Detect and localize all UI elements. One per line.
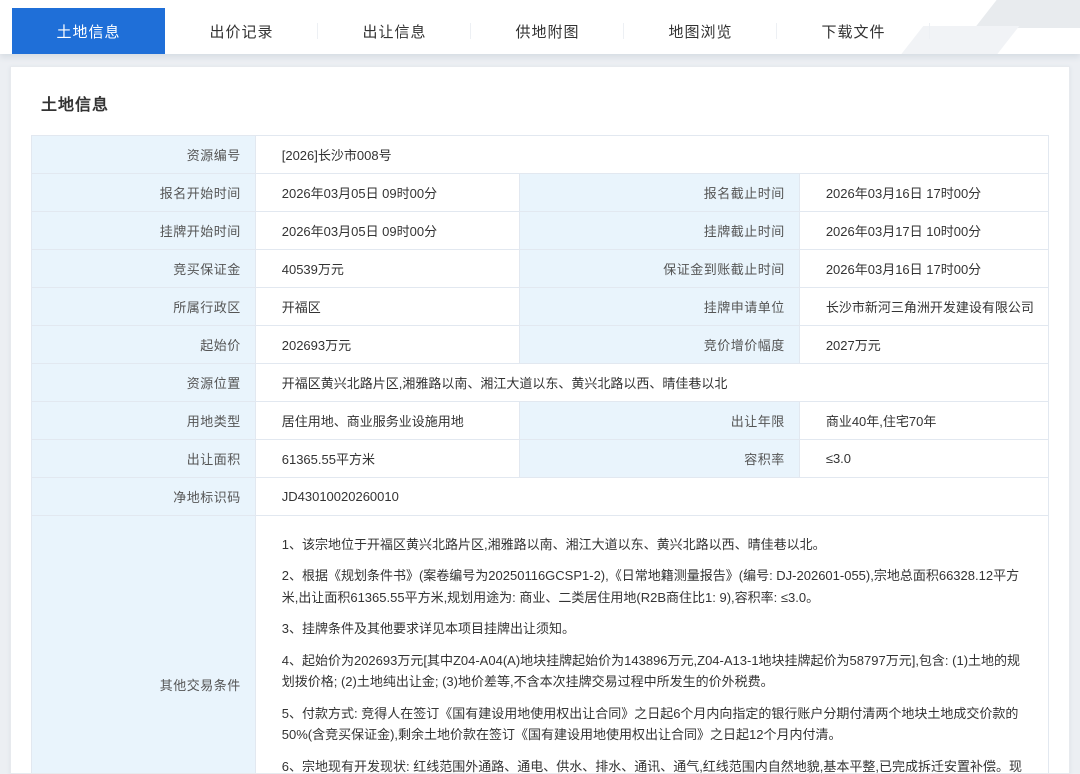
condition-paragraph: 2、根据《规划条件书》(案卷编号为20250116GCSP1-2),《日常地籍测… xyxy=(281,568,1020,605)
field-label: 净地标识码 xyxy=(31,477,256,516)
field-label: 起始价 xyxy=(31,325,256,364)
field-label: 所属行政区 xyxy=(31,287,256,326)
table-row: 用地类型 居住用地、商业服务业设施用地 出让年限 商业40年,住宅70年 xyxy=(31,401,1050,440)
table-row: 资源位置 开福区黄兴北路片区,湘雅路以南、湘江大道以东、黄兴北路以西、晴佳巷以北 xyxy=(31,363,1050,402)
field-value: JD43010020260010 xyxy=(254,477,1050,516)
field-label: 挂牌开始时间 xyxy=(31,211,256,250)
condition-paragraph: 4、起始价为202693万元[其中Z04-A04(A)地块挂牌起始价为14389… xyxy=(281,652,1021,690)
field-label: 容积率 xyxy=(519,439,800,478)
land-info-panel: 土地信息 资源编号 [2026]长沙市008号 报名开始时间 2026年03月0… xyxy=(10,66,1070,774)
field-label: 保证金到账截止时间 xyxy=(519,249,800,288)
decorative-chevron-1 xyxy=(974,0,1080,28)
field-label: 挂牌申请单位 xyxy=(519,287,800,326)
field-label: 挂牌截止时间 xyxy=(519,211,800,250)
tab-bid-records[interactable]: 出价记录 xyxy=(165,8,318,54)
field-label: 用地类型 xyxy=(31,401,256,440)
field-label: 出让面积 xyxy=(31,439,256,478)
tab-map-browse[interactable]: 地图浏览 xyxy=(624,8,777,54)
table-row: 其他交易条件 1、该宗地位于开福区黄兴北路片区,湘雅路以南、湘江大道以东、黄兴北… xyxy=(31,515,1050,774)
field-label: 出让年限 xyxy=(519,401,800,440)
field-label: 报名开始时间 xyxy=(31,173,256,212)
field-label: 报名截止时间 xyxy=(519,173,800,212)
field-value: 居住用地、商业服务业设施用地 xyxy=(254,401,521,440)
field-value: 2026年03月05日 09时00分 xyxy=(254,211,521,250)
field-value: 2026年03月17日 10时00分 xyxy=(798,211,1050,250)
page-title: 土地信息 xyxy=(41,97,110,114)
field-value: 开福区黄兴北路片区,湘雅路以南、湘江大道以东、黄兴北路以西、晴佳巷以北 xyxy=(254,363,1050,402)
field-value: 2026年03月16日 17时00分 xyxy=(798,173,1050,212)
field-label: 资源位置 xyxy=(31,363,256,402)
field-label: 竞买保证金 xyxy=(31,249,256,288)
condition-paragraph: 5、付款方式: 竞得人在签订《国有建设用地使用权出让合同》之日起6个月内向指定的… xyxy=(281,705,1019,743)
land-info-table: 资源编号 [2026]长沙市008号 报名开始时间 2026年03月05日 09… xyxy=(31,135,1050,774)
table-row: 净地标识码 JD43010020260010 xyxy=(31,477,1050,516)
table-row: 报名开始时间 2026年03月05日 09时00分 报名截止时间 2026年03… xyxy=(31,173,1050,212)
field-value: 202693万元 xyxy=(254,325,521,364)
table-row: 所属行政区 开福区 挂牌申请单位 长沙市新河三角洲开发建设有限公司 xyxy=(31,287,1050,326)
table-row: 资源编号 [2026]长沙市008号 xyxy=(31,135,1050,174)
field-value: 2026年03月05日 09时00分 xyxy=(254,173,521,212)
table-row: 起始价 202693万元 竞价增价幅度 2027万元 xyxy=(31,325,1050,364)
field-label: 资源编号 xyxy=(31,135,256,174)
field-label: 竞价增价幅度 xyxy=(519,325,800,364)
condition-paragraph: 3、挂牌条件及其他要求详见本项目挂牌出让须知。 xyxy=(281,621,575,637)
field-value: 2027万元 xyxy=(798,325,1050,364)
tab-bar: 土地信息 出价记录 出让信息 供地附图 地图浏览 下载文件 xyxy=(0,0,1080,54)
field-value: 2026年03月16日 17时00分 xyxy=(798,249,1050,288)
field-label: 其他交易条件 xyxy=(31,515,256,773)
field-value: 商业40年,住宅70年 xyxy=(798,401,1050,440)
field-value: 61365.55平方米 xyxy=(254,439,521,478)
tab-download-files[interactable]: 下载文件 xyxy=(777,8,930,54)
field-value: 1、该宗地位于开福区黄兴北路片区,湘雅路以南、湘江大道以东、黄兴北路以西、晴佳巷… xyxy=(254,515,1050,774)
field-value: ≤3.0 xyxy=(798,439,1050,478)
field-value: 开福区 xyxy=(254,287,521,326)
field-value: 长沙市新河三角洲开发建设有限公司 xyxy=(798,287,1050,326)
table-row: 出让面积 61365.55平方米 容积率 ≤3.0 xyxy=(31,439,1050,478)
field-value: 40539万元 xyxy=(254,249,521,288)
tab-land-supply-attachment[interactable]: 供地附图 xyxy=(471,8,624,54)
content-area: 土地信息 资源编号 [2026]长沙市008号 报名开始时间 2026年03月0… xyxy=(0,54,1080,774)
field-value: [2026]长沙市008号 xyxy=(254,135,1050,174)
tab-transfer-info[interactable]: 出让信息 xyxy=(318,8,471,54)
table-row: 竞买保证金 40539万元 保证金到账截止时间 2026年03月16日 17时0… xyxy=(31,249,1050,288)
table-row: 挂牌开始时间 2026年03月05日 09时00分 挂牌截止时间 2026年03… xyxy=(31,211,1050,250)
condition-paragraph: 6、宗地现有开发现状: 红线范围外通路、通电、供水、排水、通讯、通气,红线范围内… xyxy=(281,758,1023,774)
condition-paragraph: 1、该宗地位于开福区黄兴北路片区,湘雅路以南、湘江大道以东、黄兴北路以西、晴佳巷… xyxy=(281,537,826,552)
tab-land-info[interactable]: 土地信息 xyxy=(12,8,165,54)
